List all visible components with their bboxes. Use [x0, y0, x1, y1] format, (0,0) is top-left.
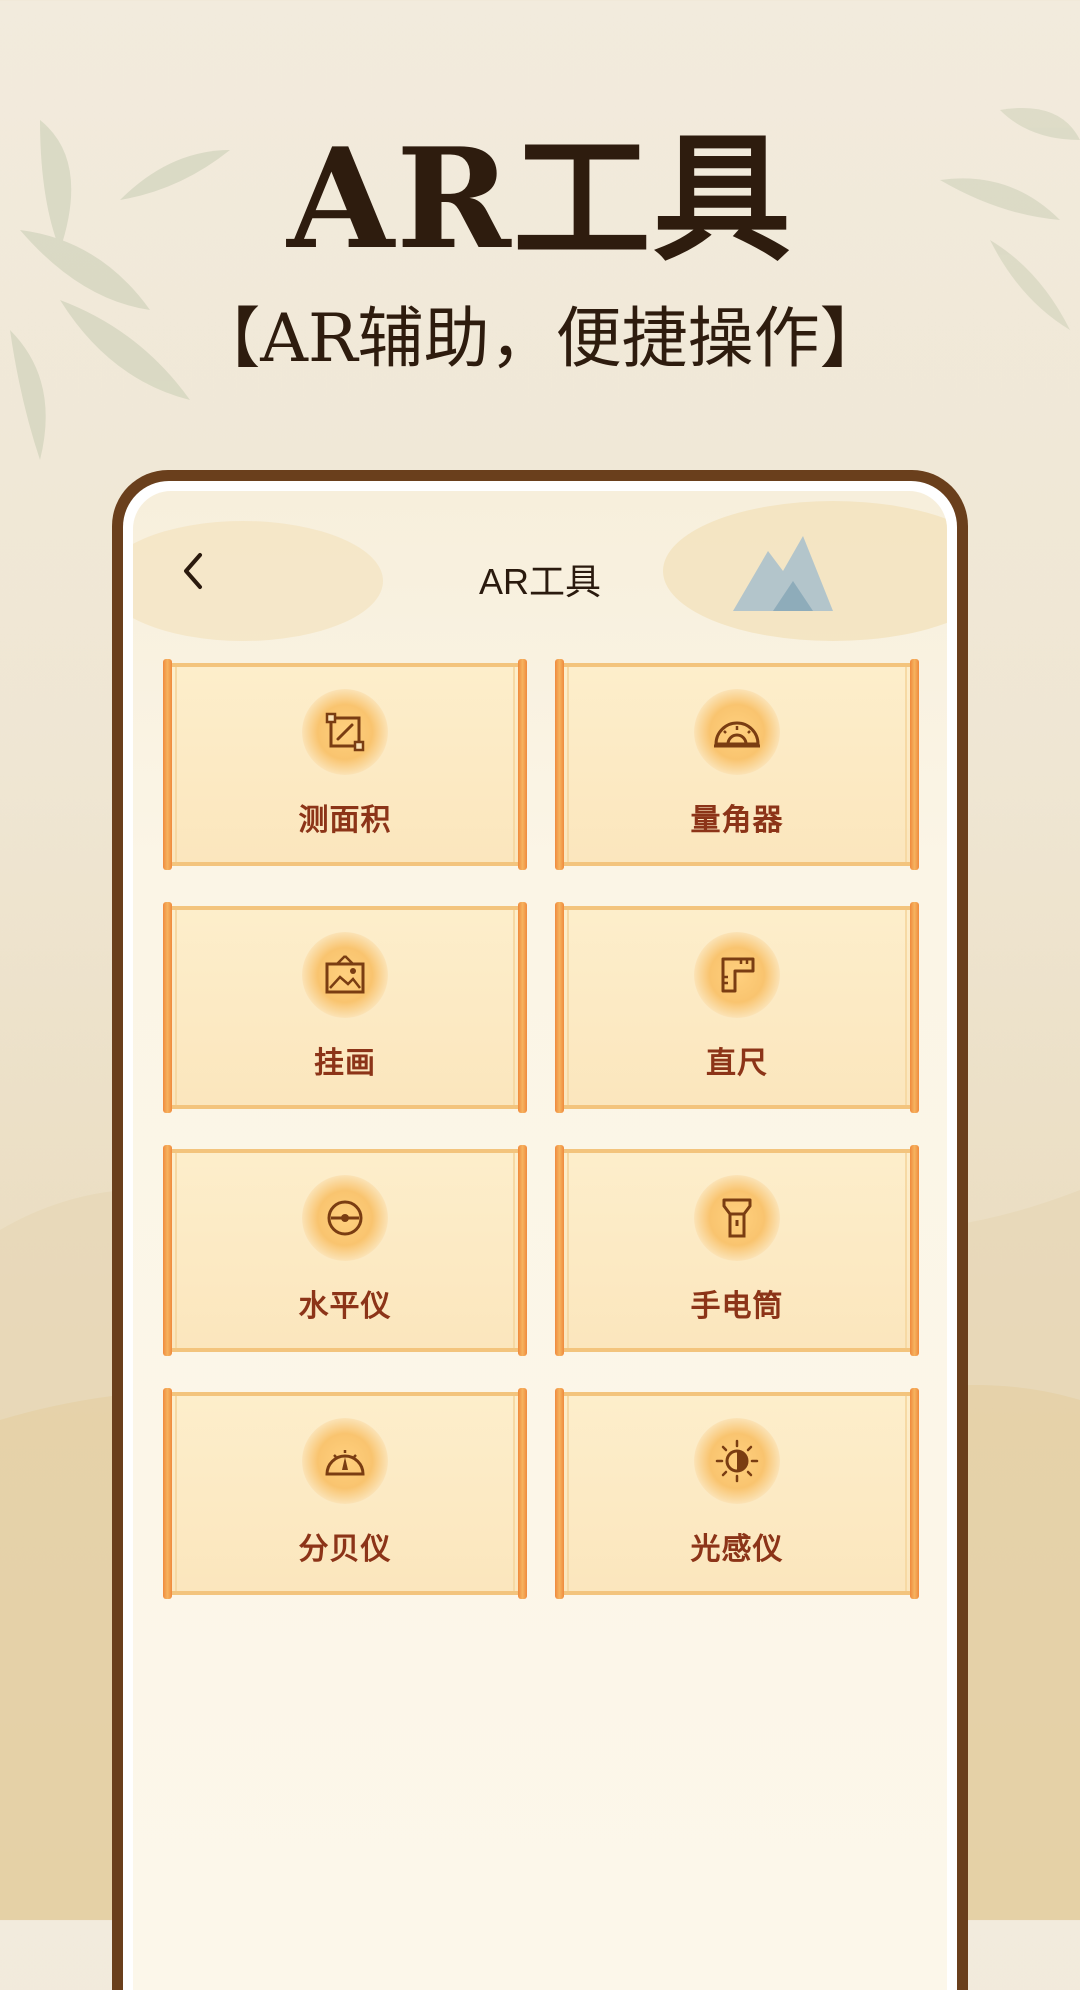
flashlight-icon — [722, 1198, 752, 1238]
screen-title: AR工具 — [478, 561, 601, 602]
app-screen: AR工具 测面积 量角器 挂画 直尺 水平仪 手电筒 分贝仪 光感仪 — [133, 491, 947, 1990]
phone-bezel: AR工具 测面积 量角器 挂画 直尺 水平仪 手电筒 分贝仪 光感仪 — [123, 481, 957, 1990]
tool-label: 光感仪 — [690, 1533, 784, 1566]
tool-label: 挂画 — [314, 1047, 376, 1080]
area-measure-icon — [325, 712, 365, 752]
hero-title: AR工具 — [287, 117, 793, 280]
tool-card-decibel[interactable]: 分贝仪 — [163, 1388, 527, 1599]
tool-label: 手电筒 — [690, 1290, 784, 1323]
tool-card-light-sensor[interactable]: 光感仪 — [555, 1388, 919, 1599]
decibel-meter-icon — [325, 1450, 365, 1476]
protractor-icon — [714, 721, 760, 748]
tool-card-area[interactable]: 测面积 — [163, 659, 527, 870]
tool-card-protractor[interactable]: 量角器 — [555, 659, 919, 870]
tool-card-ruler[interactable]: 直尺 — [555, 902, 919, 1113]
light-sensor-icon — [715, 1439, 759, 1483]
tool-card-level[interactable]: 水平仪 — [163, 1145, 527, 1356]
tool-label: 分贝仪 — [298, 1533, 392, 1566]
phone-frame: AR工具 测面积 量角器 挂画 直尺 水平仪 手电筒 分贝仪 光感仪 — [112, 470, 968, 1990]
tool-label: 水平仪 — [298, 1290, 392, 1323]
ruler-icon — [721, 957, 755, 993]
tool-card-picture[interactable]: 挂画 — [163, 902, 527, 1113]
screen-header: AR工具 — [133, 491, 947, 641]
tool-grid: 测面积 量角器 挂画 直尺 水平仪 手电筒 分贝仪 光感仪 — [163, 659, 919, 1599]
hero-subtitle: 【AR辅助，便捷操作】 — [194, 300, 886, 377]
picture-frame-icon — [325, 955, 365, 994]
tool-label: 测面积 — [298, 804, 392, 837]
spirit-level-icon — [327, 1200, 363, 1236]
tool-label: 直尺 — [706, 1047, 768, 1080]
tool-card-flashlight[interactable]: 手电筒 — [555, 1145, 919, 1356]
tool-label: 量角器 — [690, 804, 784, 837]
